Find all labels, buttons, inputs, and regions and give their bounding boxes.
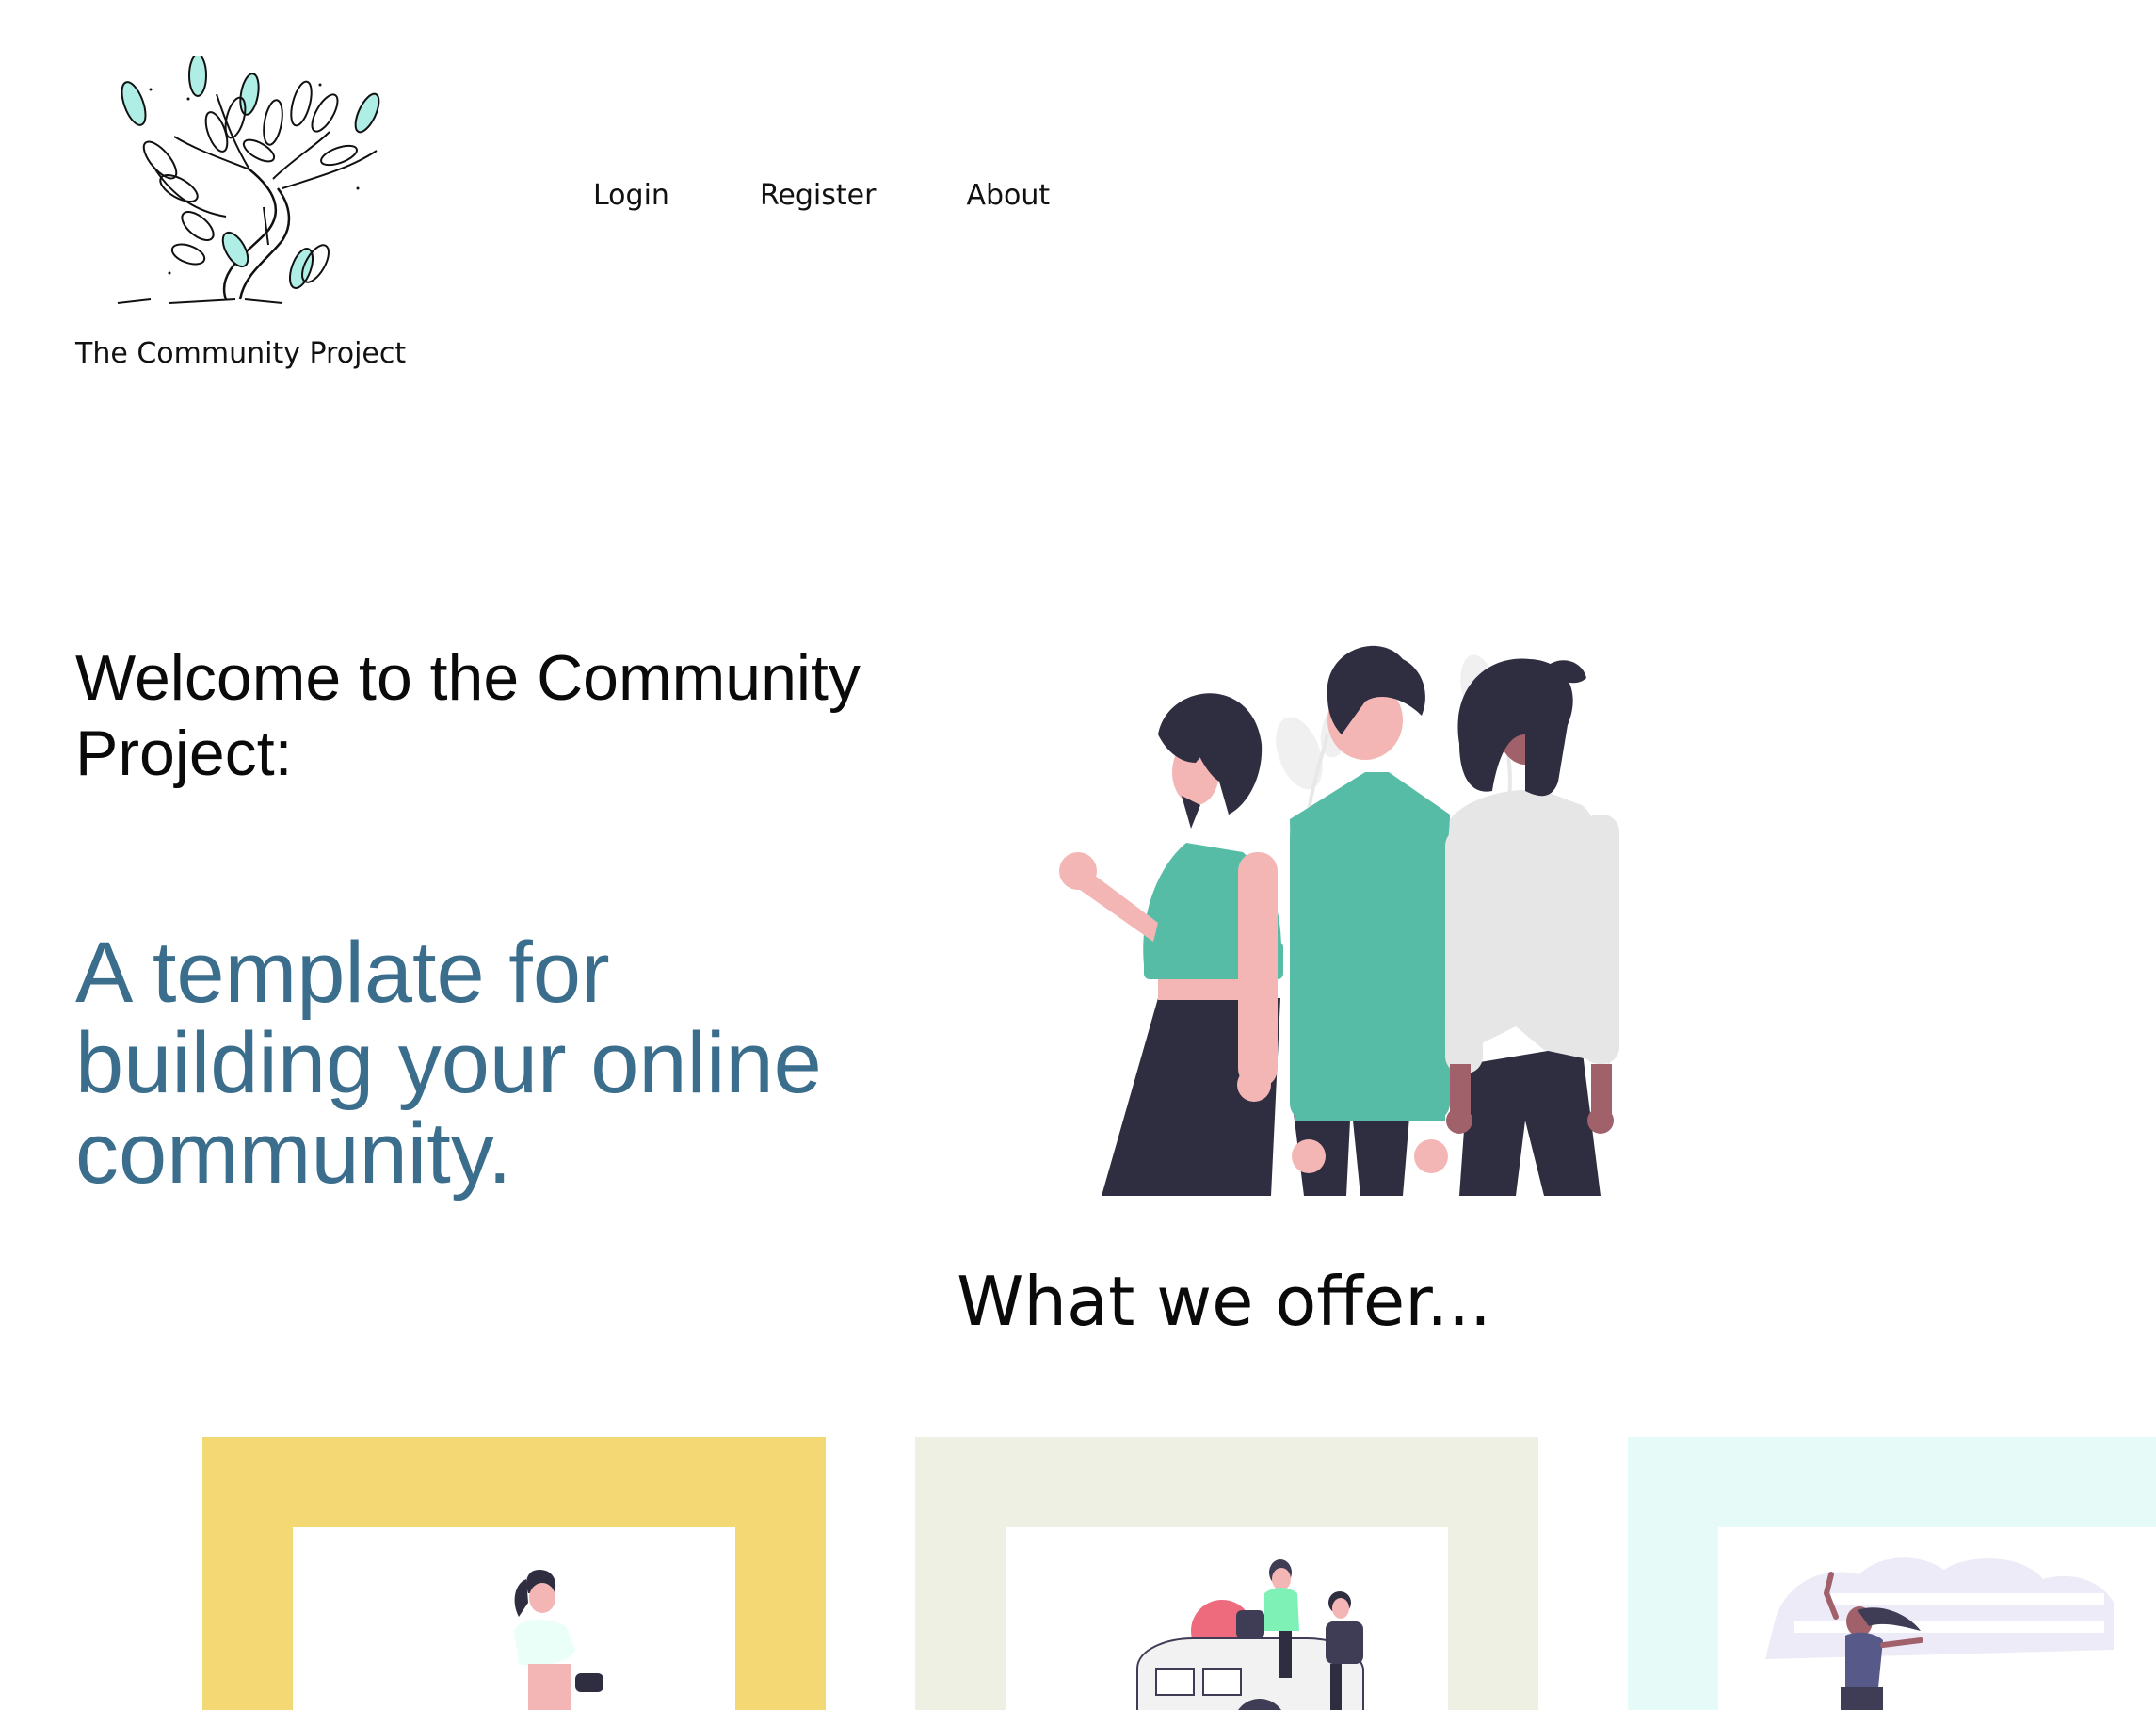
friends-on-car-trip-illustration bbox=[1136, 1559, 1364, 1710]
offer-card-3-content bbox=[1718, 1527, 2156, 1710]
woman-with-gadget-illustration bbox=[514, 1570, 603, 1710]
page: The Community Project Login Register Abo… bbox=[0, 0, 2156, 1710]
nav-login-link[interactable]: Login bbox=[593, 179, 669, 212]
offer-card-1[interactable] bbox=[202, 1437, 826, 1710]
hero-subtitle: A template for building your online comm… bbox=[75, 925, 822, 1202]
hero-title: Welcome to the Community Project: bbox=[75, 642, 861, 789]
three-people-illustration bbox=[1059, 645, 1619, 1196]
offer-card-3[interactable] bbox=[1628, 1437, 2156, 1710]
woman-jumping-joy-illustration bbox=[1765, 1557, 2114, 1710]
brand-name: The Community Project bbox=[75, 337, 407, 370]
offer-card-2[interactable] bbox=[915, 1437, 1538, 1710]
main-nav: Login Register About bbox=[593, 179, 1050, 212]
nav-about-link[interactable]: About bbox=[966, 179, 1050, 212]
offer-card-2-content bbox=[1006, 1527, 1448, 1710]
tree-logo-icon bbox=[117, 56, 380, 304]
offer-card-1-content bbox=[293, 1527, 735, 1710]
offer-title-text: What we offer... bbox=[957, 1262, 1491, 1341]
offer-section-title: What we offer... bbox=[0, 1262, 2156, 1341]
nav-register-link[interactable]: Register bbox=[760, 179, 877, 212]
